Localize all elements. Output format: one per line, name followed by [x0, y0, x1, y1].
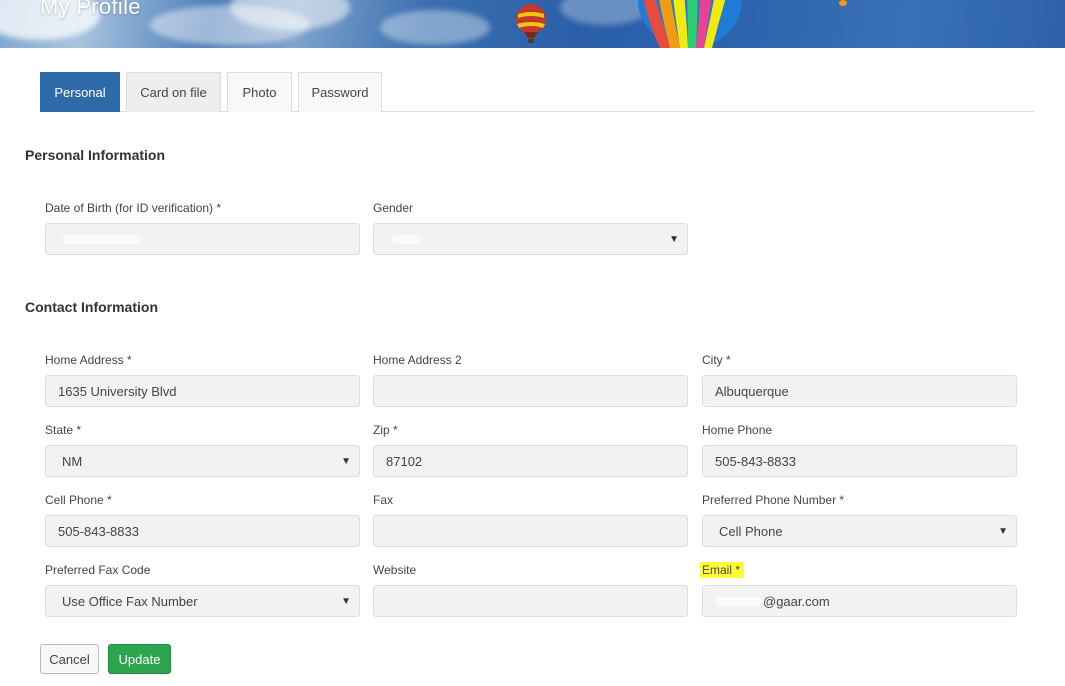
cancel-button[interactable]: Cancel [40, 644, 99, 674]
cell-phone-field[interactable]: 505-843-8833 [45, 515, 360, 547]
tab-label: Password [311, 85, 369, 100]
home-address-label: Home Address * [45, 353, 132, 367]
redacted-value [392, 234, 422, 244]
dob-label: Date of Birth (for ID verification) * [45, 201, 222, 215]
gender-select[interactable]: ▼ [373, 223, 688, 255]
caret-down-icon: ▼ [341, 456, 351, 467]
email-label: Email * [700, 562, 745, 578]
email-field[interactable]: @gaar.com [702, 585, 1017, 617]
preferred-fax-code-label: Preferred Fax Code [45, 563, 151, 577]
tab-label: Photo [242, 85, 277, 100]
fax-label: Fax [373, 493, 394, 507]
tab-password[interactable]: Password [298, 72, 382, 112]
redacted-value [62, 234, 142, 244]
preferred-phone-select[interactable]: Cell Phone ▼ [702, 515, 1017, 547]
preferred-phone-label: Preferred Phone Number * [702, 493, 845, 507]
home-address-2-label: Home Address 2 [373, 353, 462, 367]
tab-label: Card on file [140, 85, 207, 100]
gender-label: Gender [373, 201, 414, 215]
tab-photo[interactable]: Photo [227, 72, 292, 112]
personal-information-heading: Personal Information [25, 147, 166, 163]
hot-air-balloon-icon [638, 0, 742, 48]
city-label: City * [702, 353, 731, 367]
state-select[interactable]: NM ▼ [45, 445, 360, 477]
update-button[interactable]: Update [108, 644, 171, 674]
profile-tabs: Personal Card on file Photo Password [40, 72, 1034, 112]
tab-personal[interactable]: Personal [40, 72, 120, 112]
tab-card-on-file[interactable]: Card on file [126, 72, 221, 112]
home-phone-field[interactable]: 505-843-8833 [702, 445, 1017, 477]
home-address-2-field[interactable] [373, 375, 688, 407]
page-title: My Profile [40, 0, 141, 19]
hot-air-balloon-icon [839, 0, 847, 6]
city-field[interactable]: Albuquerque [702, 375, 1017, 407]
caret-down-icon: ▼ [998, 526, 1008, 537]
header-banner: My Profile [0, 0, 1065, 48]
state-label: State * [45, 423, 82, 437]
tab-label: Personal [54, 85, 106, 100]
contact-information-heading: Contact Information [25, 299, 158, 315]
home-address-field[interactable]: 1635 University Blvd [45, 375, 360, 407]
home-phone-label: Home Phone [702, 423, 773, 437]
website-field[interactable] [373, 585, 688, 617]
preferred-fax-code-select[interactable]: Use Office Fax Number ▼ [45, 585, 360, 617]
fax-field[interactable] [373, 515, 688, 547]
hot-air-balloon-icon [516, 4, 546, 43]
zip-label: Zip * [373, 423, 398, 437]
caret-down-icon: ▼ [341, 596, 351, 607]
website-label: Website [373, 563, 417, 577]
caret-down-icon: ▼ [669, 234, 679, 245]
cell-phone-label: Cell Phone * [45, 493, 112, 507]
dob-field[interactable] [45, 223, 360, 255]
zip-field[interactable]: 87102 [373, 445, 688, 477]
redacted-value [715, 596, 763, 606]
